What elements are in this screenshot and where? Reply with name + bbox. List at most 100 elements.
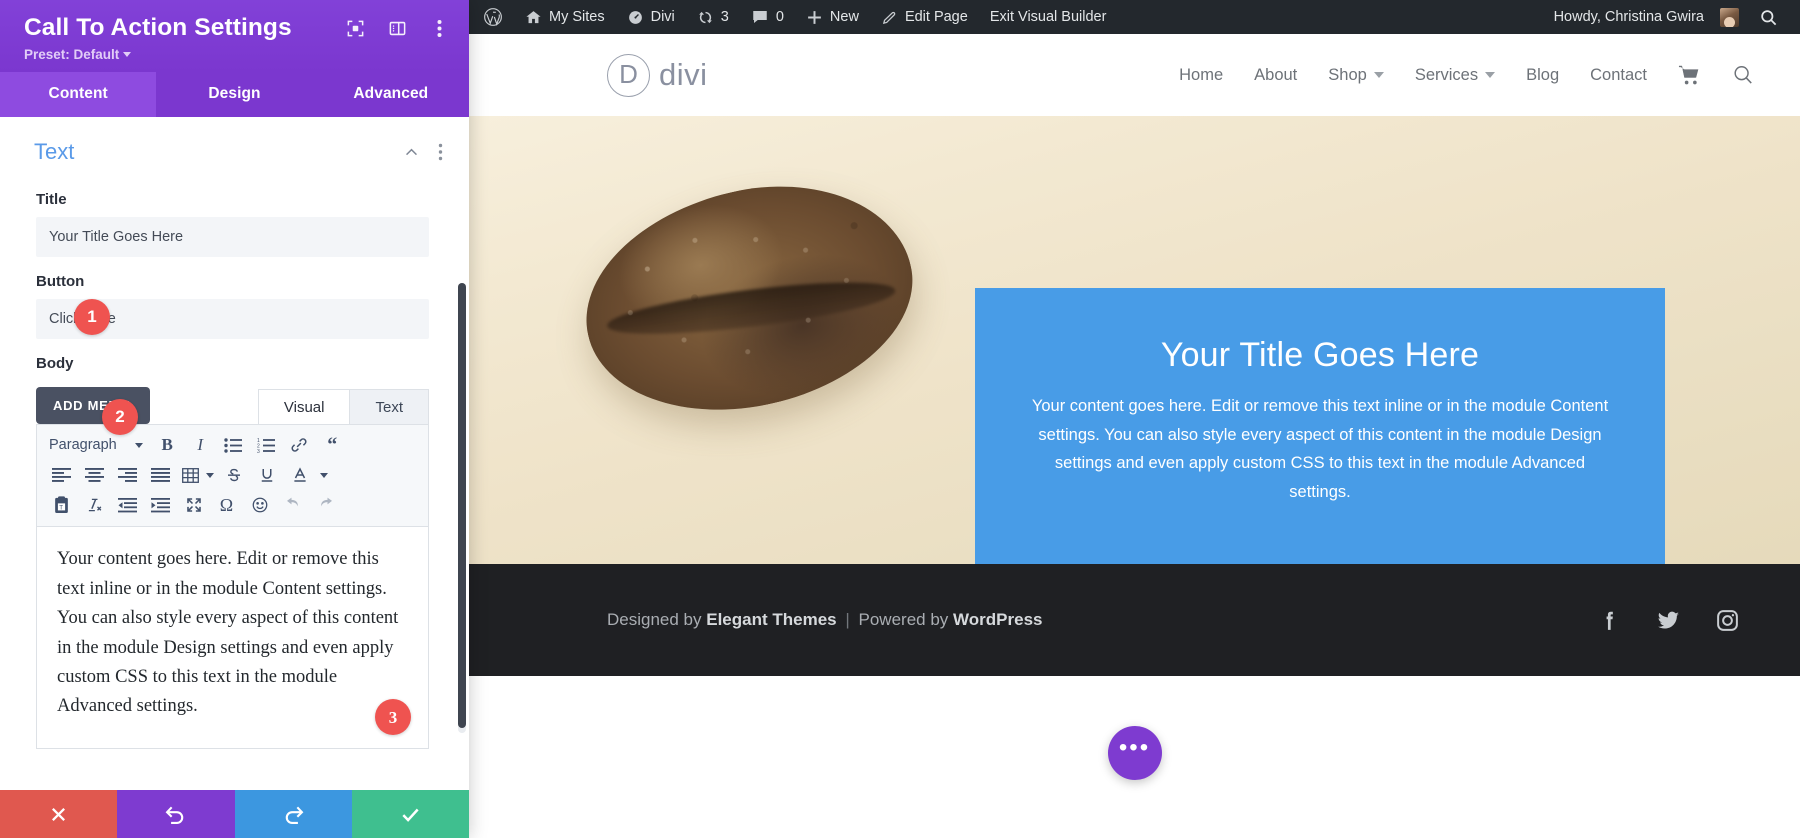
table-dropdown-caret[interactable] — [203, 461, 217, 489]
indent-icon[interactable] — [144, 491, 177, 519]
site-logo[interactable]: D divi — [607, 53, 708, 97]
bulleted-list-icon[interactable] — [217, 431, 250, 459]
site-header: D divi Home About Shop Services Blog Con… — [469, 34, 1800, 116]
discard-button[interactable] — [0, 790, 118, 838]
undo-icon[interactable] — [276, 491, 309, 519]
settings-panel-body: Text Title 1 Your Title Goes Here Button… — [0, 117, 469, 790]
outdent-icon[interactable] — [111, 491, 144, 519]
visual-builder-menu-button[interactable]: ••• — [1107, 726, 1162, 780]
panel-scrollbar-thumb[interactable] — [458, 283, 466, 729]
updates-count: 3 — [720, 9, 729, 25]
tab-text[interactable]: Text — [349, 389, 429, 425]
body-content-text: Your content goes here. Edit or remove t… — [57, 549, 399, 717]
footer-separator: | — [845, 610, 850, 629]
toolbar-row-3: T Ω — [45, 491, 420, 519]
bold-icon[interactable]: B — [151, 431, 184, 459]
wp-admin-bar: My Sites Divi 3 0 New Edit Page Exit Vis… — [469, 0, 1800, 34]
section-text-header[interactable]: Text — [0, 117, 469, 175]
search-icon[interactable] — [1732, 64, 1754, 86]
align-right-icon[interactable] — [111, 461, 144, 489]
annotation-badge-3: 3 — [375, 699, 411, 736]
paste-as-text-icon[interactable]: T — [45, 491, 78, 519]
instagram-icon[interactable] — [1715, 608, 1740, 633]
text-color-dropdown-caret[interactable] — [316, 461, 332, 489]
comments-count: 0 — [775, 9, 784, 25]
strikethrough-icon[interactable] — [217, 461, 250, 489]
toolbar-row-1: Paragraph B I 1 2 3 “ — [45, 431, 420, 459]
nav-item-contact[interactable]: Contact — [1590, 66, 1647, 85]
save-button[interactable] — [351, 790, 469, 838]
body-editor: ADD MEDIA Visual Text Paragraph B I 1 2 … — [0, 387, 469, 750]
align-left-icon[interactable] — [45, 461, 78, 489]
settings-panel-footer — [0, 790, 469, 838]
special-character-icon[interactable]: Ω — [210, 491, 243, 519]
underline-icon[interactable] — [250, 461, 283, 489]
edit-page-label: Edit Page — [904, 9, 968, 25]
field-button: Button 2 — [0, 257, 469, 436]
format-select[interactable]: Paragraph — [45, 431, 151, 459]
emoji-icon[interactable] — [243, 491, 276, 519]
tab-visual[interactable]: Visual — [257, 389, 351, 425]
wordpress-logo-icon[interactable] — [469, 0, 514, 34]
editor-mode-tabs: Visual Text — [257, 389, 429, 425]
tab-advanced[interactable]: Advanced — [312, 72, 469, 118]
nav-item-shop[interactable]: Shop — [1328, 66, 1384, 85]
nav-item-home[interactable]: Home — [1179, 66, 1223, 85]
facebook-icon[interactable] — [1597, 608, 1622, 633]
exit-visual-builder-link[interactable]: Exit Visual Builder — [979, 0, 1118, 34]
page-bottom-area: ••• — [469, 676, 1800, 838]
link-icon[interactable] — [283, 431, 316, 459]
panel-scrollbar[interactable] — [458, 283, 466, 734]
more-options-icon[interactable] — [429, 18, 449, 38]
divi-menu[interactable]: Divi — [616, 0, 686, 34]
call-to-action-module[interactable]: Your Title Goes Here Your content goes h… — [975, 288, 1665, 564]
italic-icon[interactable]: I — [184, 431, 217, 459]
numbered-list-icon[interactable]: 1 2 3 — [250, 431, 283, 459]
vertical-dots-icon[interactable] — [438, 143, 443, 161]
nav-item-about[interactable]: About — [1254, 66, 1297, 85]
chevron-down-icon — [134, 442, 143, 448]
fullscreen-icon[interactable] — [177, 491, 210, 519]
align-center-icon[interactable] — [78, 461, 111, 489]
text-color-icon[interactable] — [283, 461, 316, 489]
twitter-icon[interactable] — [1656, 608, 1681, 633]
powered-by-link[interactable]: WordPress — [953, 610, 1042, 629]
redo-button[interactable] — [234, 790, 352, 838]
preset-selector[interactable]: Preset: Default — [24, 47, 449, 62]
tab-design[interactable]: Design — [156, 72, 313, 118]
primary-navigation: Home About Shop Services Blog Contact — [1179, 64, 1754, 87]
chevron-down-icon — [320, 472, 328, 478]
layout-view-icon[interactable] — [387, 18, 407, 38]
svg-text:T: T — [59, 505, 63, 512]
nav-item-blog[interactable]: Blog — [1526, 66, 1559, 85]
align-justify-icon[interactable] — [144, 461, 177, 489]
comments-menu[interactable]: 0 — [740, 0, 795, 34]
powered-by-prefix: Powered by — [858, 610, 949, 629]
cart-icon[interactable] — [1678, 64, 1701, 87]
new-content-menu[interactable]: New — [795, 0, 870, 34]
nav-item-services[interactable]: Services — [1415, 66, 1496, 85]
chevron-up-icon[interactable] — [403, 144, 420, 161]
updates-menu[interactable]: 3 — [686, 0, 740, 34]
field-label-title: Title — [36, 191, 67, 209]
chevron-down-icon — [206, 472, 214, 478]
redo-icon[interactable] — [309, 491, 342, 519]
toolbar-row-2 — [45, 461, 420, 489]
blockquote-icon[interactable]: “ — [316, 431, 349, 459]
search-icon[interactable] — [1743, 0, 1792, 34]
undo-button[interactable] — [117, 790, 235, 838]
settings-panel-header: Call To Action Settings Preset: Default — [0, 0, 469, 73]
table-icon[interactable] — [177, 461, 203, 489]
edit-page-link[interactable]: Edit Page — [870, 0, 979, 34]
nav-label: Contact — [1590, 65, 1647, 84]
howdy-user-menu[interactable]: Howdy, Christina Gwira — [1543, 0, 1743, 34]
tab-content[interactable]: Content — [0, 72, 157, 118]
clear-formatting-icon[interactable] — [78, 491, 111, 519]
my-sites-menu[interactable]: My Sites — [514, 0, 616, 34]
nav-label: About — [1254, 65, 1298, 84]
body-textarea[interactable]: Your content goes here. Edit or remove t… — [36, 527, 429, 750]
designed-by-link[interactable]: Elegant Themes — [706, 610, 836, 629]
title-input[interactable] — [36, 217, 429, 258]
preset-label: Preset: Default — [24, 47, 120, 63]
focus-mode-icon[interactable] — [345, 18, 365, 38]
